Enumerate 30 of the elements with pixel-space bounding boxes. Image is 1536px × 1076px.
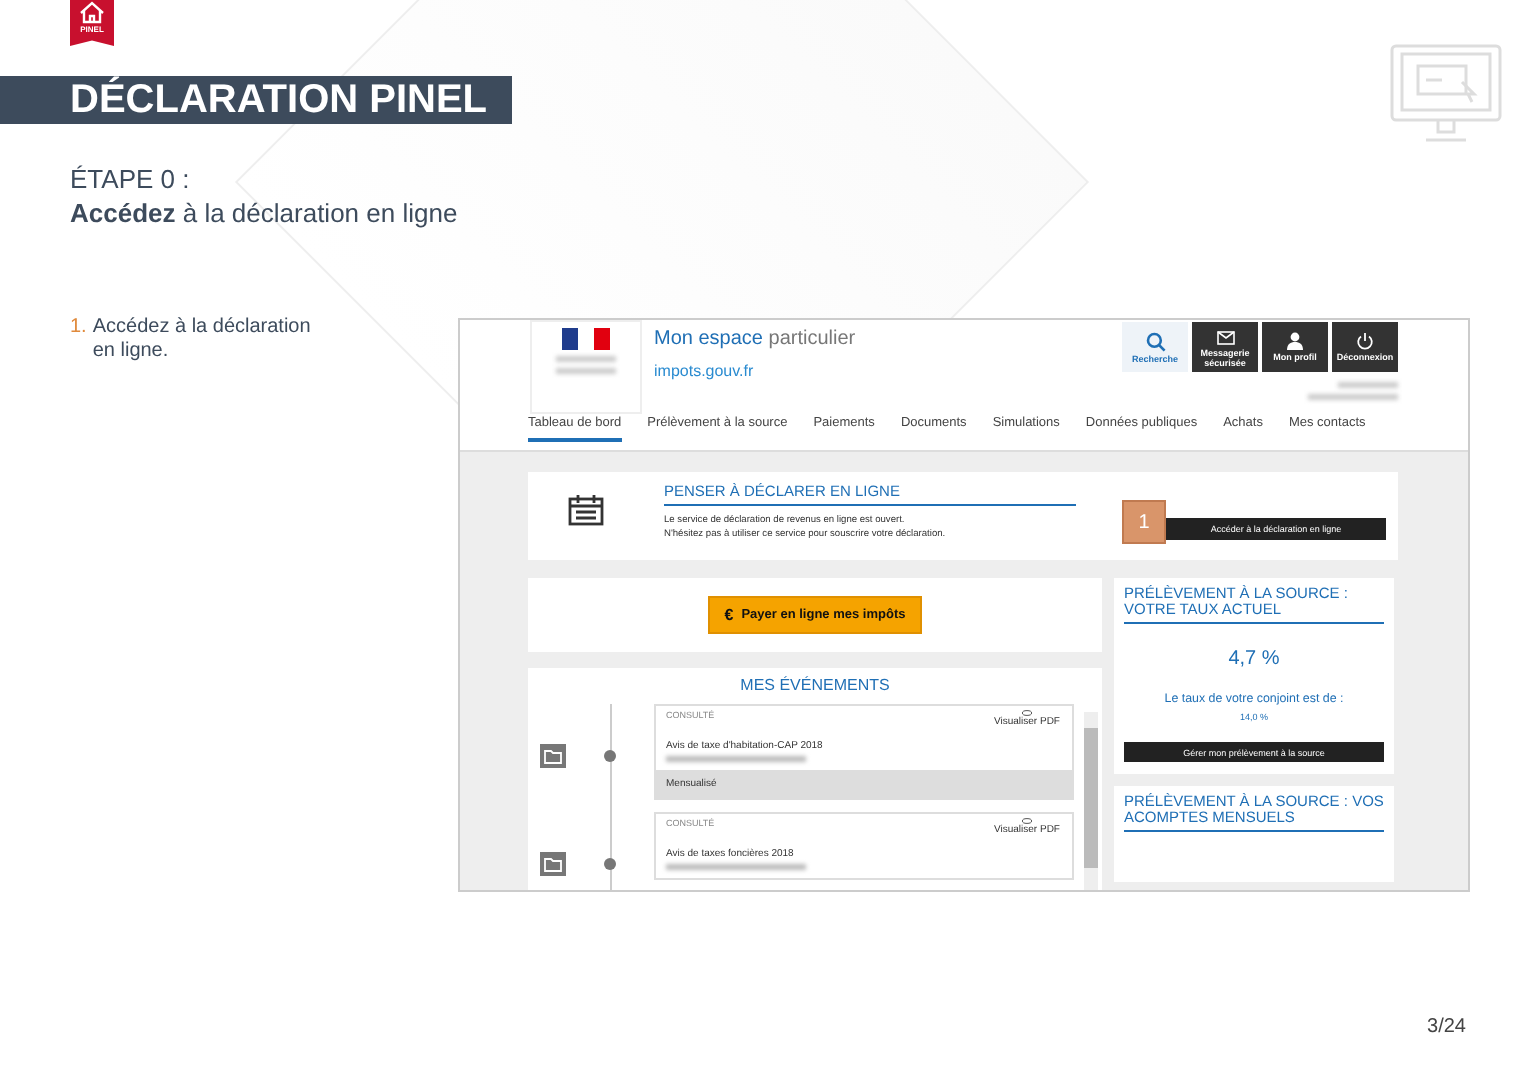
power-icon	[1356, 332, 1374, 350]
card-heading: MES ÉVÉNEMENTS	[738, 676, 892, 694]
folder-icon	[540, 744, 566, 768]
site-name[interactable]: impots.gouv.fr	[654, 362, 1122, 380]
site-title: Mon espace particulier	[654, 328, 858, 350]
house-icon	[78, 0, 106, 24]
slide-title: DÉCLARATION PINEL	[0, 76, 512, 124]
redacted-text	[666, 756, 806, 762]
tax-rate: 4,7 %	[1226, 648, 1282, 670]
eye-icon	[1022, 818, 1032, 824]
scrollbar[interactable]	[1084, 712, 1098, 890]
search-icon	[1145, 331, 1165, 351]
step-subtitle: Accédez à la déclaration en ligne	[70, 196, 460, 230]
euro-icon: €	[724, 606, 734, 624]
calendar-icon	[568, 494, 604, 526]
monitor-icon	[1390, 44, 1502, 148]
redacted-text	[1338, 382, 1398, 388]
redacted-text	[1308, 394, 1398, 400]
step-heading: ÉTAPE 0 :	[70, 162, 192, 196]
timeline-dot	[604, 858, 616, 870]
instruction-text: Accédez à la déclaration en ligne.	[92, 316, 313, 364]
folder-icon	[540, 852, 566, 876]
timeline-dot	[604, 750, 616, 762]
eye-icon	[1022, 710, 1032, 716]
message-icon	[1215, 327, 1235, 345]
step-badge: 1	[1122, 500, 1166, 544]
redacted-text	[666, 864, 806, 870]
step-number: 1.	[70, 316, 87, 342]
user-icon	[1286, 332, 1304, 350]
page-number: 3/24	[1427, 1016, 1466, 1038]
